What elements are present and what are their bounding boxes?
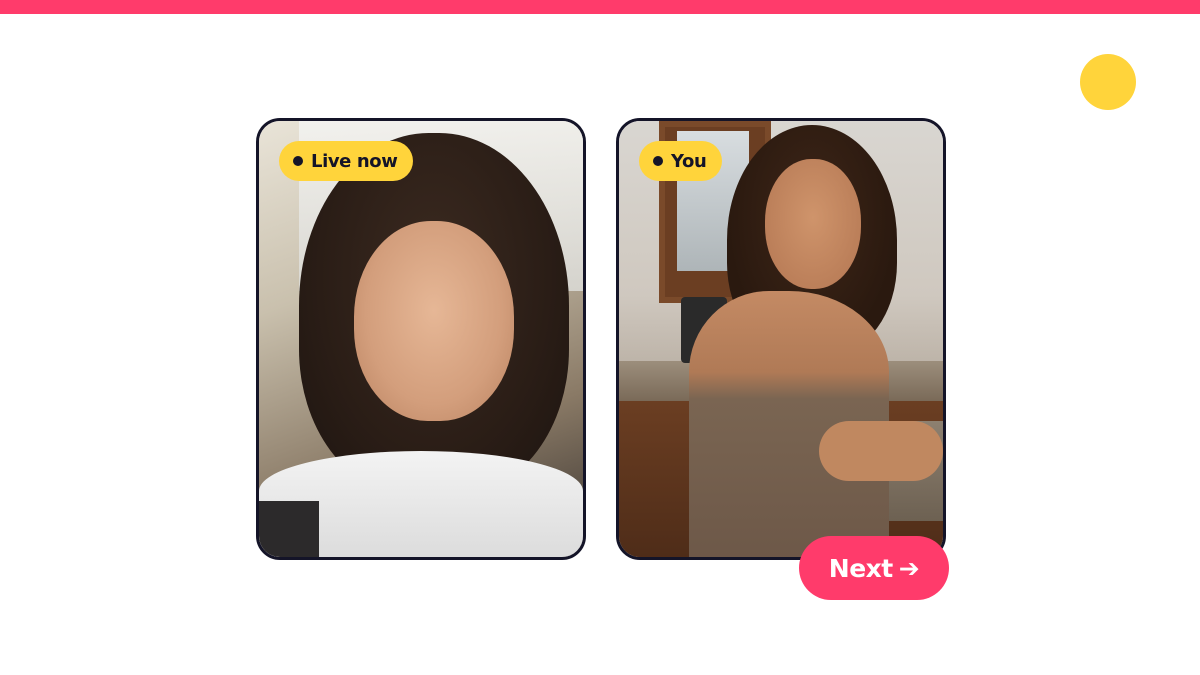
self-video-feed bbox=[619, 121, 943, 557]
dot-icon bbox=[293, 156, 303, 166]
you-label: You bbox=[671, 150, 707, 172]
arrow-right-icon: ➔ bbox=[898, 553, 920, 583]
live-video-feed bbox=[259, 121, 583, 557]
live-now-label: Live now bbox=[311, 150, 398, 172]
next-label: Next bbox=[828, 553, 893, 583]
dot-icon bbox=[653, 156, 663, 166]
video-tile-live: Live now bbox=[256, 118, 586, 560]
video-tile-self: You bbox=[616, 118, 946, 560]
decorative-circle bbox=[1080, 54, 1136, 110]
live-now-badge: Live now bbox=[279, 141, 414, 181]
you-badge: You bbox=[639, 141, 723, 181]
next-button[interactable]: Next ➔ bbox=[799, 536, 949, 600]
top-accent-bar bbox=[0, 0, 1200, 14]
